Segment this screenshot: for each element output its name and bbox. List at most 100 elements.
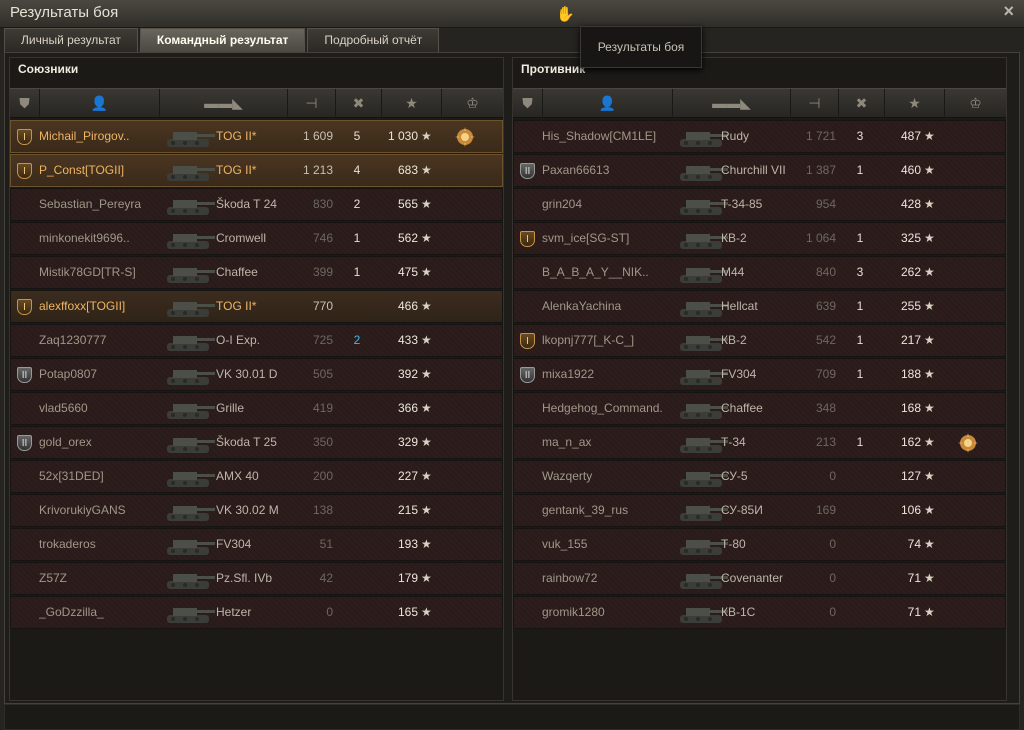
player-name[interactable]: svm_ice[SG-ST] <box>542 223 662 254</box>
player-name[interactable]: vuk_155 <box>542 529 662 560</box>
table-row[interactable]: II Paxan66613 Churchill VII 1 387 1 460 ★ <box>513 154 1006 187</box>
tank-icon[interactable]: ▬▬◣ <box>673 89 791 118</box>
player-name[interactable]: gold_orex <box>39 427 159 458</box>
table-row[interactable]: II Potap0807 VK 30.01 D 505 392 ★ <box>10 358 503 391</box>
table-row[interactable]: Ialexffoxx[TOGII] TOG II* 770 466 ★ <box>10 290 503 323</box>
table-row[interactable]: vlad5660 Grille 419 366 ★ <box>10 392 503 425</box>
kills-value <box>850 495 870 526</box>
player-name[interactable]: lkopnj777[_K-C_] <box>542 325 662 356</box>
kills-icon[interactable]: ✖ <box>839 89 885 118</box>
xp-value: 215 <box>397 503 418 517</box>
player-name[interactable]: 52x[31DED] <box>39 461 159 492</box>
medal-icon[interactable] <box>455 127 475 147</box>
xp-star-icon: ★ <box>924 435 935 449</box>
table-row[interactable]: AlenkaYachina Hellcat 639 1 255 ★ <box>513 290 1006 323</box>
table-row[interactable]: gentank_39_rus СУ-85И 169 106 ★ <box>513 494 1006 527</box>
player-name[interactable]: Mistik78GD[TR-S] <box>39 257 159 288</box>
table-row[interactable]: _GoDzzilla_ Hetzer 0 165 ★ <box>10 596 503 629</box>
player-name[interactable]: vlad5660 <box>39 393 159 424</box>
player-name[interactable]: P_Const[TOGII] <box>39 155 159 186</box>
table-row[interactable]: Mistik78GD[TR-S] Chaffee 399 1 475 ★ <box>10 256 503 289</box>
table-row[interactable]: II gold_orex Škoda T 25 350 329 ★ <box>10 426 503 459</box>
table-row[interactable]: Wazqerty СУ-5 0 127 ★ <box>513 460 1006 493</box>
vehicle-name: Hellcat <box>721 299 758 313</box>
player-name[interactable]: Wazqerty <box>542 461 662 492</box>
table-row[interactable]: 52x[31DED] AMX 40 200 227 ★ <box>10 460 503 493</box>
kills-icon[interactable]: ✖ <box>336 89 382 118</box>
vehicle-name: VK 30.02 M <box>216 503 279 517</box>
table-row[interactable]: Ilkopnj777[_K-C_] КВ-2 542 1 217 ★ <box>513 324 1006 357</box>
player-name[interactable]: KrivorukiyGANS <box>39 495 159 526</box>
table-row[interactable]: His_Shadow[CM1LE] Rudy 1 721 3 487 ★ <box>513 120 1006 153</box>
xp-value: 1 030 <box>387 129 418 143</box>
table-row[interactable]: Sebastian_Pereyra Škoda T 24 830 2 565 ★ <box>10 188 503 221</box>
player-name[interactable]: Sebastian_Pereyra <box>39 189 159 220</box>
xp-value: 168 <box>900 401 921 415</box>
player-name[interactable]: rainbow72 <box>542 563 662 594</box>
rank-icon[interactable]: ⛊ <box>10 89 40 118</box>
table-row[interactable]: II mixa1922 FV304 709 1 188 ★ <box>513 358 1006 391</box>
enemies-title: Противник <box>521 62 586 76</box>
table-row[interactable]: trokaderos FV304 51 193 ★ <box>10 528 503 561</box>
kills-value <box>347 461 367 492</box>
table-row[interactable]: Hedgehog_Command.. Chaffee 348 168 ★ <box>513 392 1006 425</box>
player-name[interactable]: _GoDzzilla_ <box>39 597 159 628</box>
player-name[interactable]: His_Shadow[CM1LE] <box>542 121 662 152</box>
table-row[interactable]: gromik1280 КВ-1С 0 71 ★ <box>513 596 1006 629</box>
player-name[interactable]: ma_n_ax <box>542 427 662 458</box>
table-row[interactable]: Zaq1230777 O-I Exp. 725 2 433 ★ <box>10 324 503 357</box>
player-icon[interactable]: 👤 <box>40 89 160 118</box>
kills-value: 1 <box>856 333 864 347</box>
damage-value: 348 <box>815 401 836 415</box>
medal-icon[interactable]: ♔ <box>945 89 1006 118</box>
player-name[interactable]: B_A_B_A_Y__NIK.. <box>542 257 662 288</box>
player-name[interactable]: gentank_39_rus <box>542 495 662 526</box>
tab-personal[interactable]: Личный результат <box>4 28 138 52</box>
xp-star-icon[interactable]: ★ <box>885 89 945 118</box>
table-row[interactable]: Z57Z Pz.Sfl. IVb 42 179 ★ <box>10 562 503 595</box>
vehicle-name: Cromwell <box>216 231 267 245</box>
player-name[interactable]: AlenkaYachina <box>542 291 662 322</box>
player-name[interactable]: grin204 <box>542 189 662 220</box>
close-icon[interactable]: × <box>1003 1 1014 22</box>
player-name[interactable]: trokaderos <box>39 529 159 560</box>
table-row[interactable]: grin204 T-34-85 954 428 ★ <box>513 188 1006 221</box>
vehicle-icon <box>161 327 217 355</box>
table-row[interactable]: Isvm_ice[SG-ST] КВ-2 1 064 1 325 ★ <box>513 222 1006 255</box>
player-name[interactable]: Zaq1230777 <box>39 325 159 356</box>
table-row[interactable]: KrivorukiyGANS VK 30.02 M 138 215 ★ <box>10 494 503 527</box>
tab-team[interactable]: Командный результат <box>139 28 306 52</box>
table-row[interactable]: I Michail_Pirogov.. TOG II* 1 609 5 1 030 ★ <box>10 120 503 153</box>
xp-star-icon[interactable]: ★ <box>382 89 442 118</box>
damage-icon[interactable]: ⊣ <box>791 89 839 118</box>
table-row[interactable]: ma_n_ax Т-34 213 1 162 ★ <box>513 426 1006 459</box>
damage-icon[interactable]: ⊣ <box>288 89 336 118</box>
damage-value: 51 <box>319 537 333 551</box>
tank-icon[interactable]: ▬▬◣ <box>160 89 288 118</box>
player-name[interactable]: mixa1922 <box>542 359 662 390</box>
player-name[interactable]: Paxan66613 <box>542 155 662 186</box>
player-name[interactable]: gromik1280 <box>542 597 662 628</box>
table-row[interactable]: rainbow72 Covenanter 0 71 ★ <box>513 562 1006 595</box>
medal-icon[interactable] <box>958 433 978 453</box>
xp-star-icon: ★ <box>421 129 432 143</box>
rank-badge-icon: II <box>520 163 535 179</box>
hand-cursor-icon: ✋ <box>556 6 575 23</box>
player-icon[interactable]: 👤 <box>543 89 673 118</box>
player-name[interactable]: Michail_Pirogov.. <box>39 121 159 152</box>
player-name[interactable]: alexffoxx[TOGII] <box>39 291 159 322</box>
xp-value: 460 <box>900 163 921 177</box>
table-row[interactable]: I P_Const[TOGII] TOG II* 1 213 4 683 ★ <box>10 154 503 187</box>
player-name[interactable]: Hedgehog_Command.. <box>542 393 662 424</box>
table-row[interactable]: minkonekit9696.. Cromwell 746 1 562 ★ <box>10 222 503 255</box>
table-row[interactable]: vuk_155 Т-80 0 74 ★ <box>513 528 1006 561</box>
rank-icon[interactable]: ⛊ <box>513 89 543 118</box>
table-row[interactable]: B_A_B_A_Y__NIK.. M44 840 3 262 ★ <box>513 256 1006 289</box>
tab-detailed[interactable]: Подробный отчёт <box>307 28 440 52</box>
player-name[interactable]: Z57Z <box>39 563 159 594</box>
medal-icon[interactable]: ♔ <box>442 89 503 118</box>
player-name[interactable]: Potap0807 <box>39 359 159 390</box>
vehicle-name: TOG II* <box>216 129 257 143</box>
player-name[interactable]: minkonekit9696.. <box>39 223 159 254</box>
rank-badge-icon: I <box>17 129 32 145</box>
